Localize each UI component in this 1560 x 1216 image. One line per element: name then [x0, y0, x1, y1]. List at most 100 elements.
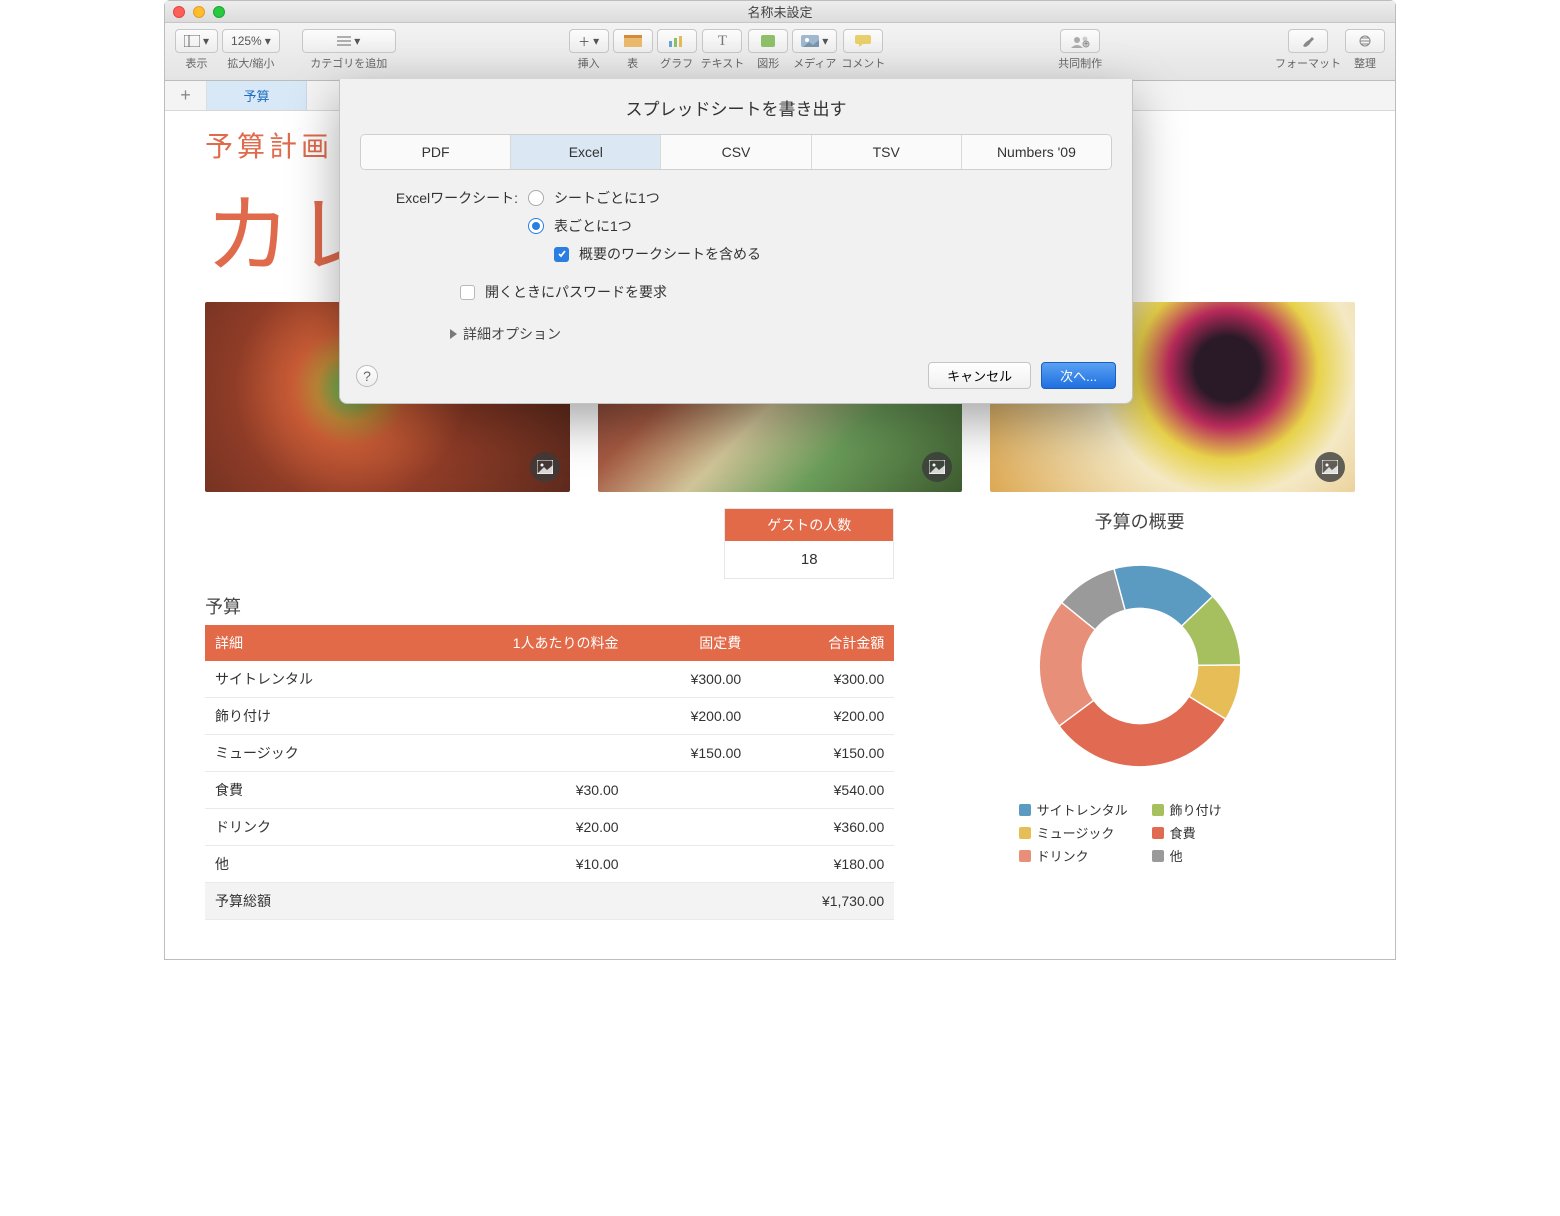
chart-button[interactable] — [657, 29, 697, 53]
col-detail: 詳細 — [205, 625, 410, 661]
organize-button[interactable] — [1345, 29, 1385, 53]
chevron-down-icon: ▾ — [354, 34, 360, 48]
table-row[interactable]: サイトレンタル¥300.00¥300.00 — [205, 661, 894, 698]
image-icon[interactable] — [922, 452, 952, 482]
table-row[interactable]: ドリンク¥20.00¥360.00 — [205, 809, 894, 846]
advanced-disclosure[interactable]: 詳細オプション — [450, 324, 1102, 344]
shape-button[interactable] — [748, 29, 788, 53]
sheet-tab-budget[interactable]: 予算 — [207, 81, 307, 110]
comment-label: コメント — [841, 55, 885, 71]
budget-title: 予算 — [205, 593, 894, 619]
summary-section: 予算の概要 17%12%9%31%21%10% サイトレンタル 飾り付けミュージッ… — [924, 508, 1355, 920]
text-button[interactable]: T — [702, 29, 742, 53]
budget-table[interactable]: 詳細 1人あたりの料金 固定費 合計金額 サイトレンタル¥300.00¥300.… — [205, 625, 894, 920]
media-icon — [801, 35, 819, 47]
col-total: 合計金額 — [751, 625, 894, 661]
organize-icon — [1358, 34, 1372, 48]
chevron-down-icon: ▾ — [203, 34, 209, 48]
share-label: 共同制作 — [1058, 55, 1102, 71]
guest-header: ゲストの人数 — [725, 509, 893, 541]
view-icon — [184, 35, 200, 47]
radio-per-sheet[interactable] — [528, 190, 544, 206]
insert-label: 挿入 — [578, 55, 600, 71]
format-button[interactable] — [1288, 29, 1328, 53]
media-button[interactable]: ▾ — [792, 29, 837, 53]
category-label: カテゴリを追加 — [310, 55, 387, 71]
guest-box[interactable]: ゲストの人数 18 — [724, 508, 894, 579]
chevron-down-icon: ▾ — [265, 34, 271, 48]
comment-button[interactable] — [843, 29, 883, 53]
next-button[interactable]: 次へ... — [1041, 362, 1116, 389]
zoom-label: 拡大/縮小 — [227, 55, 274, 71]
image-icon[interactable] — [1315, 452, 1345, 482]
password-label: 開くときにパスワードを要求 — [485, 282, 667, 302]
tab-tsv[interactable]: TSV — [812, 135, 962, 169]
summary-title: 予算の概要 — [1095, 508, 1185, 534]
comment-icon — [855, 35, 871, 47]
insert-button[interactable]: ＋▾ — [569, 29, 609, 53]
image-icon[interactable] — [530, 452, 560, 482]
chevron-down-icon: ▾ — [593, 34, 599, 48]
plus-icon: ＋ — [578, 33, 590, 50]
dialog-title: スプレッドシートを書き出す — [340, 79, 1132, 134]
svg-text:+: + — [1084, 41, 1088, 48]
legend-item: 飾り付け — [1152, 800, 1261, 819]
chart-icon — [668, 35, 686, 47]
format-tabs: PDF Excel CSV TSV Numbers '09 — [360, 134, 1112, 170]
view-label: 表示 — [186, 55, 208, 71]
media-label: メディア — [793, 55, 836, 71]
brush-icon — [1301, 34, 1315, 48]
chart-legend: サイトレンタル飾り付けミュージック食費ドリンク他 — [1019, 800, 1261, 865]
format-label: フォーマット — [1275, 55, 1341, 71]
legend-item: ミュージック — [1019, 823, 1128, 842]
legend-item: サイトレンタル — [1019, 800, 1128, 819]
table-row[interactable]: 食費¥30.00¥540.00 — [205, 772, 894, 809]
shape-icon — [761, 35, 775, 47]
checkbox-include-summary[interactable] — [554, 247, 569, 262]
toolbar: ▾ 表示 125% ▾ 拡大/縮小 ▾ カテゴリを追加 ＋▾ 挿入 表 グラフ … — [165, 23, 1395, 81]
share-button[interactable]: + — [1060, 29, 1100, 53]
add-sheet-button[interactable]: + — [165, 81, 207, 110]
worksheet-label: Excelワークシート: — [370, 188, 518, 208]
text-icon: T — [718, 33, 727, 50]
titlebar: 名称未設定 — [165, 1, 1395, 23]
zoom-button[interactable]: 125% ▾ — [222, 29, 280, 53]
help-button[interactable]: ? — [356, 365, 378, 387]
budget-section: ゲストの人数 18 予算 詳細 1人あたりの料金 固定費 合計金額 サイトレンタ… — [205, 508, 894, 920]
col-per-person: 1人あたりの料金 — [410, 625, 629, 661]
table-row[interactable]: 飾り付け¥200.00¥200.00 — [205, 698, 894, 735]
window-title: 名称未設定 — [165, 2, 1395, 21]
chevron-down-icon: ▾ — [822, 34, 828, 48]
shape-label: 図形 — [757, 55, 779, 71]
tab-pdf[interactable]: PDF — [361, 135, 511, 169]
chart-label: グラフ — [660, 55, 693, 71]
zoom-value: 125% — [231, 34, 262, 48]
legend-item: 食費 — [1152, 823, 1261, 842]
table-row[interactable]: ミュージック¥150.00¥150.00 — [205, 735, 894, 772]
share-icon: + — [1070, 34, 1090, 48]
category-button[interactable]: ▾ — [302, 29, 396, 53]
include-summary-label: 概要のワークシートを含める — [579, 244, 761, 264]
text-label: テキスト — [701, 55, 745, 71]
checkbox-password[interactable] — [460, 285, 475, 300]
tab-csv[interactable]: CSV — [661, 135, 811, 169]
tab-numbers09[interactable]: Numbers '09 — [962, 135, 1111, 169]
radio-per-sheet-label: シートごとに1つ — [554, 188, 660, 208]
organize-label: 整理 — [1354, 55, 1376, 71]
col-fixed: 固定費 — [629, 625, 752, 661]
guest-value: 18 — [725, 541, 893, 578]
donut-chart[interactable]: 17%12%9%31%21%10% — [1020, 546, 1260, 786]
export-dialog: スプレッドシートを書き出す PDF Excel CSV TSV Numbers … — [339, 79, 1133, 404]
cancel-button[interactable]: キャンセル — [928, 362, 1031, 389]
table-row[interactable]: 他¥10.00¥180.00 — [205, 846, 894, 883]
legend-item: ドリンク — [1019, 846, 1128, 865]
disclosure-triangle-icon — [450, 329, 457, 339]
table-icon — [624, 35, 642, 47]
table-label: 表 — [627, 55, 638, 71]
radio-per-table[interactable] — [528, 218, 544, 234]
table-button[interactable] — [613, 29, 653, 53]
view-button[interactable]: ▾ — [175, 29, 218, 53]
radio-per-table-label: 表ごとに1つ — [554, 216, 632, 236]
table-row-total[interactable]: 予算総額¥1,730.00 — [205, 883, 894, 920]
tab-excel[interactable]: Excel — [511, 135, 661, 169]
